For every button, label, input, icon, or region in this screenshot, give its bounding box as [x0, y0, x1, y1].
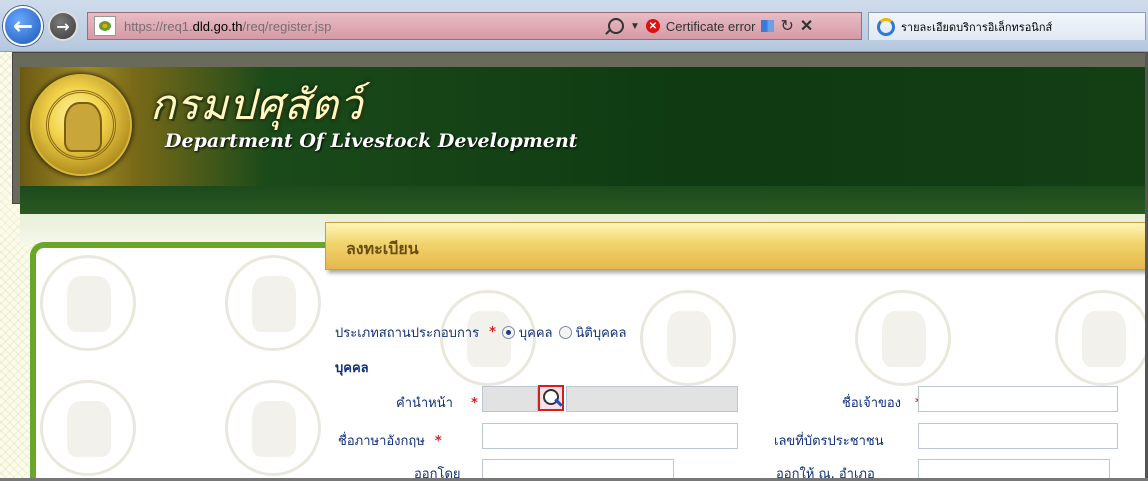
certificate-error-label[interactable]: Certificate error [666, 19, 756, 34]
stop-icon[interactable]: ✕ [800, 16, 813, 36]
required-mark: * [470, 396, 478, 411]
section-header: ลงทะเบียน [325, 222, 1148, 270]
ie-logo-icon [877, 17, 895, 36]
required-mark: * [489, 325, 496, 340]
url-text[interactable]: https://req1.dld.go.th/req/register.jsp [124, 19, 331, 34]
address-bar-tools: ▼ ✕ Certificate error ↻ ✕ [608, 13, 813, 39]
browser-tab[interactable]: รายละเอียดบริการอิเล็กทรอนิกส์ [868, 12, 1146, 40]
chevron-down-icon[interactable]: ▼ [630, 21, 640, 32]
search-icon[interactable] [608, 18, 624, 34]
english-name-label-row: ชื่อภาษาอังกฤษ * [338, 430, 442, 451]
watermark-seal-icon [225, 255, 321, 351]
owner-name-input[interactable] [918, 386, 1118, 412]
certificate-error-icon[interactable]: ✕ [645, 19, 660, 33]
watermark-seal-icon [640, 290, 736, 386]
url-prefix: https://req1. [124, 18, 193, 34]
english-title: Department Of Livestock Development [165, 130, 578, 152]
browser-toolbar: ← → https://req1.dld.go.th/req/register.… [0, 0, 1148, 52]
address-bar[interactable]: https://req1.dld.go.th/req/register.jsp … [87, 12, 862, 40]
english-name-label: ชื่อภาษาอังกฤษ [338, 434, 425, 449]
title-prefix-label-row: คำนำหน้า * [396, 392, 478, 413]
url-domain: dld.go.th [192, 18, 243, 34]
section-title: ลงทะเบียน [346, 239, 419, 258]
required-mark: * [434, 434, 442, 449]
person-section-heading: บุคคล [335, 361, 369, 376]
compatibility-view-icon[interactable] [761, 20, 775, 32]
title-prefix-name-field[interactable] [566, 386, 738, 412]
forward-arrow-icon[interactable]: → [48, 11, 78, 41]
radio-juristic[interactable] [558, 326, 572, 339]
title-prefix-code-field[interactable] [482, 386, 538, 412]
url-path: /req/register.jsp [242, 18, 332, 34]
watermark-seal-icon [40, 255, 136, 351]
tab-title: รายละเอียดบริการอิเล็กทรอนิกส์ [901, 20, 1053, 34]
back-arrow-icon[interactable]: ← [3, 6, 43, 46]
owner-name-label-row: ชื่อเจ้าของ* [842, 392, 922, 413]
id-card-input[interactable] [918, 423, 1118, 449]
department-seal-icon [30, 74, 132, 176]
id-card-label: เลขที่บัตรประชาชน [774, 434, 884, 449]
business-type-label: ประเภทสถานประกอบการ [335, 326, 480, 341]
watermark-seal-icon [225, 380, 321, 476]
site-favicon-icon [94, 16, 116, 36]
option-person-label[interactable]: บุคคล [519, 322, 553, 343]
lookup-search-icon[interactable] [538, 385, 564, 411]
thai-title: กรมปศุสัตว์ [150, 80, 364, 129]
refresh-icon[interactable]: ↻ [780, 16, 793, 36]
owner-name-label: ชื่อเจ้าของ [842, 396, 902, 411]
watermark-seal-icon [1055, 290, 1148, 386]
option-juristic-label[interactable]: นิติบุคคล [576, 322, 627, 343]
business-type-row: ประเภทสถานประกอบการ * บุคคล นิติบุคคล [335, 322, 626, 343]
watermark-seal-icon [40, 380, 136, 476]
english-name-input[interactable] [482, 423, 738, 449]
watermark-seal-icon [855, 290, 951, 386]
radio-person[interactable] [501, 326, 515, 339]
title-prefix-label: คำนำหน้า [396, 396, 453, 411]
